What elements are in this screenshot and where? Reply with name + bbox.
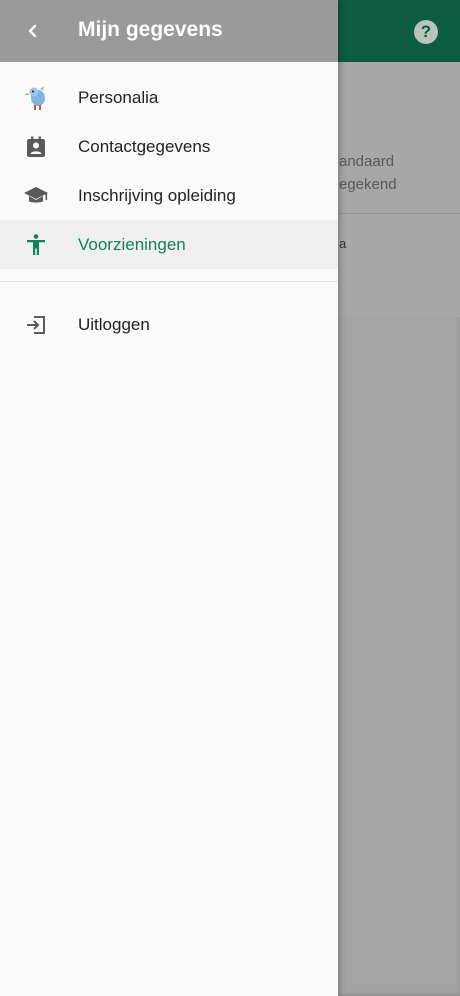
menu-item-voorzieningen[interactable]: Voorzieningen <box>0 220 338 269</box>
drawer-menu: Personalia Contactgegevens Inschrijving … <box>0 73 338 269</box>
avatar-icon <box>22 84 50 112</box>
accessibility-icon <box>22 231 50 259</box>
graduation-cap-icon <box>22 182 50 210</box>
logout-icon <box>22 311 50 339</box>
menu-item-label: Inschrijving opleiding <box>78 185 236 205</box>
chevron-left-icon-graphic <box>28 24 37 38</box>
menu-item-label: Contactgegevens <box>78 136 211 156</box>
background-text: a <box>339 236 347 251</box>
chevron-left-icon[interactable] <box>18 16 48 46</box>
menu-item-label: Voorzieningen <box>78 234 186 254</box>
contact-card-icon <box>22 133 50 161</box>
background-text: egekend <box>339 176 397 193</box>
menu-item-inschrijving-opleiding[interactable]: Inschrijving opleiding <box>0 171 338 220</box>
menu-item-personalia[interactable]: Personalia <box>0 73 338 122</box>
help-circle-icon[interactable]: ? <box>414 20 438 44</box>
divider <box>0 281 338 282</box>
drawer-title: Mijn gegevens <box>78 18 223 41</box>
logout-button[interactable]: Uitloggen <box>0 300 338 349</box>
menu-item-contactgegevens[interactable]: Contactgegevens <box>0 122 338 171</box>
logout-label: Uitloggen <box>78 314 150 334</box>
drawer-header: Mijn gegevens <box>0 0 338 62</box>
menu-item-label: Personalia <box>78 87 159 107</box>
navigation-drawer: Mijn gegevens Personalia Contactgegevens… <box>0 0 338 996</box>
background-text: andaard <box>339 153 395 170</box>
